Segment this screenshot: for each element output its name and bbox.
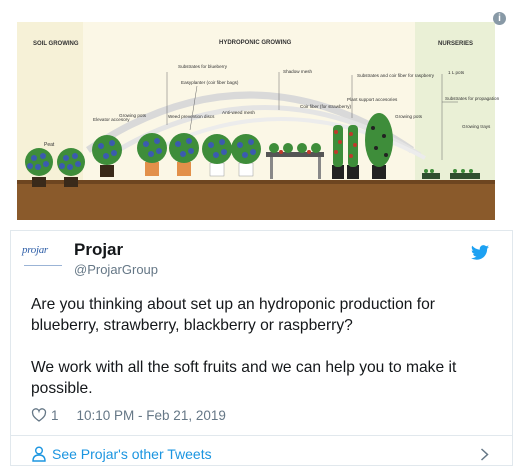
person-icon bbox=[32, 446, 46, 462]
info-icon[interactable]: i bbox=[493, 12, 506, 25]
tweet-meta: 1 10:10 PM - Feb 21, 2019 bbox=[31, 405, 226, 425]
user-handle[interactable]: @ProjarGroup bbox=[74, 262, 158, 277]
label-substrates-propagation: Substrates for propagation bbox=[445, 96, 500, 101]
tweet-text: Are you thinking about set up an hydropo… bbox=[31, 294, 501, 420]
tweet-footer: See Projar's other Tweets bbox=[10, 435, 513, 466]
raspberry-plant-2 bbox=[347, 125, 359, 179]
label-anti-weed: Anti-weed mesh bbox=[222, 110, 255, 115]
card-divider bbox=[10, 230, 513, 231]
heart-icon[interactable] bbox=[31, 408, 47, 422]
label-growing-trays: Growing trays bbox=[462, 124, 491, 129]
label-substrates-blueberry: Substrates for blueberry bbox=[178, 64, 228, 69]
chevron-right-icon[interactable] bbox=[480, 448, 489, 461]
label-weed-discs: Weed prevention discs bbox=[168, 114, 215, 119]
label-substrates-raspberry: Substrates and coir fiber for raspberry bbox=[357, 73, 435, 78]
avatar[interactable]: projar bbox=[22, 244, 66, 272]
display-name[interactable]: Projar bbox=[74, 240, 123, 260]
label-growing-pots: Growing pots bbox=[119, 113, 147, 118]
section-soil-growing: SOIL GROWING bbox=[33, 41, 79, 47]
section-hydroponic-growing: HYDROPONIC GROWING bbox=[219, 40, 292, 46]
label-plant-support: Plant support accesories bbox=[347, 97, 398, 102]
label-one-l-pots: 1 L pots bbox=[448, 70, 465, 75]
label-peat: Peat bbox=[44, 142, 55, 148]
see-other-tweets-label: See Projar's other Tweets bbox=[52, 446, 212, 462]
section-nurseries: NURSERIES bbox=[438, 41, 473, 47]
soil-edge bbox=[17, 180, 495, 184]
avatar-logo-text: projar bbox=[22, 244, 48, 256]
tweet-paragraph-2: We work with all the soft fruits and we … bbox=[31, 359, 457, 397]
label-growing-pots-2: Growing pots bbox=[395, 114, 423, 119]
twitter-bird-icon[interactable] bbox=[471, 245, 489, 260]
raspberry-plant-1 bbox=[332, 125, 344, 179]
tweet-timestamp[interactable]: 10:10 PM - Feb 21, 2019 bbox=[77, 408, 226, 423]
infographic-image[interactable]: SOIL GROWING HYDROPONIC GROWING NURSERIE… bbox=[0, 0, 520, 230]
label-easyplanter: Easyplanter (coir fiber bags) bbox=[181, 80, 239, 85]
infographic-svg: SOIL GROWING HYDROPONIC GROWING NURSERIE… bbox=[17, 22, 500, 220]
tweet-paragraph-1: Are you thinking about set up an hydropo… bbox=[31, 296, 435, 334]
like-count[interactable]: 1 bbox=[51, 408, 59, 423]
label-coir-strawberry: Coir fiber (for strawberry) bbox=[300, 104, 352, 109]
see-other-tweets-link[interactable]: See Projar's other Tweets bbox=[32, 446, 212, 462]
soil-ground bbox=[17, 182, 495, 220]
avatar-underline bbox=[24, 265, 62, 266]
label-shadow-mesh: Shadow mesh bbox=[283, 69, 313, 74]
